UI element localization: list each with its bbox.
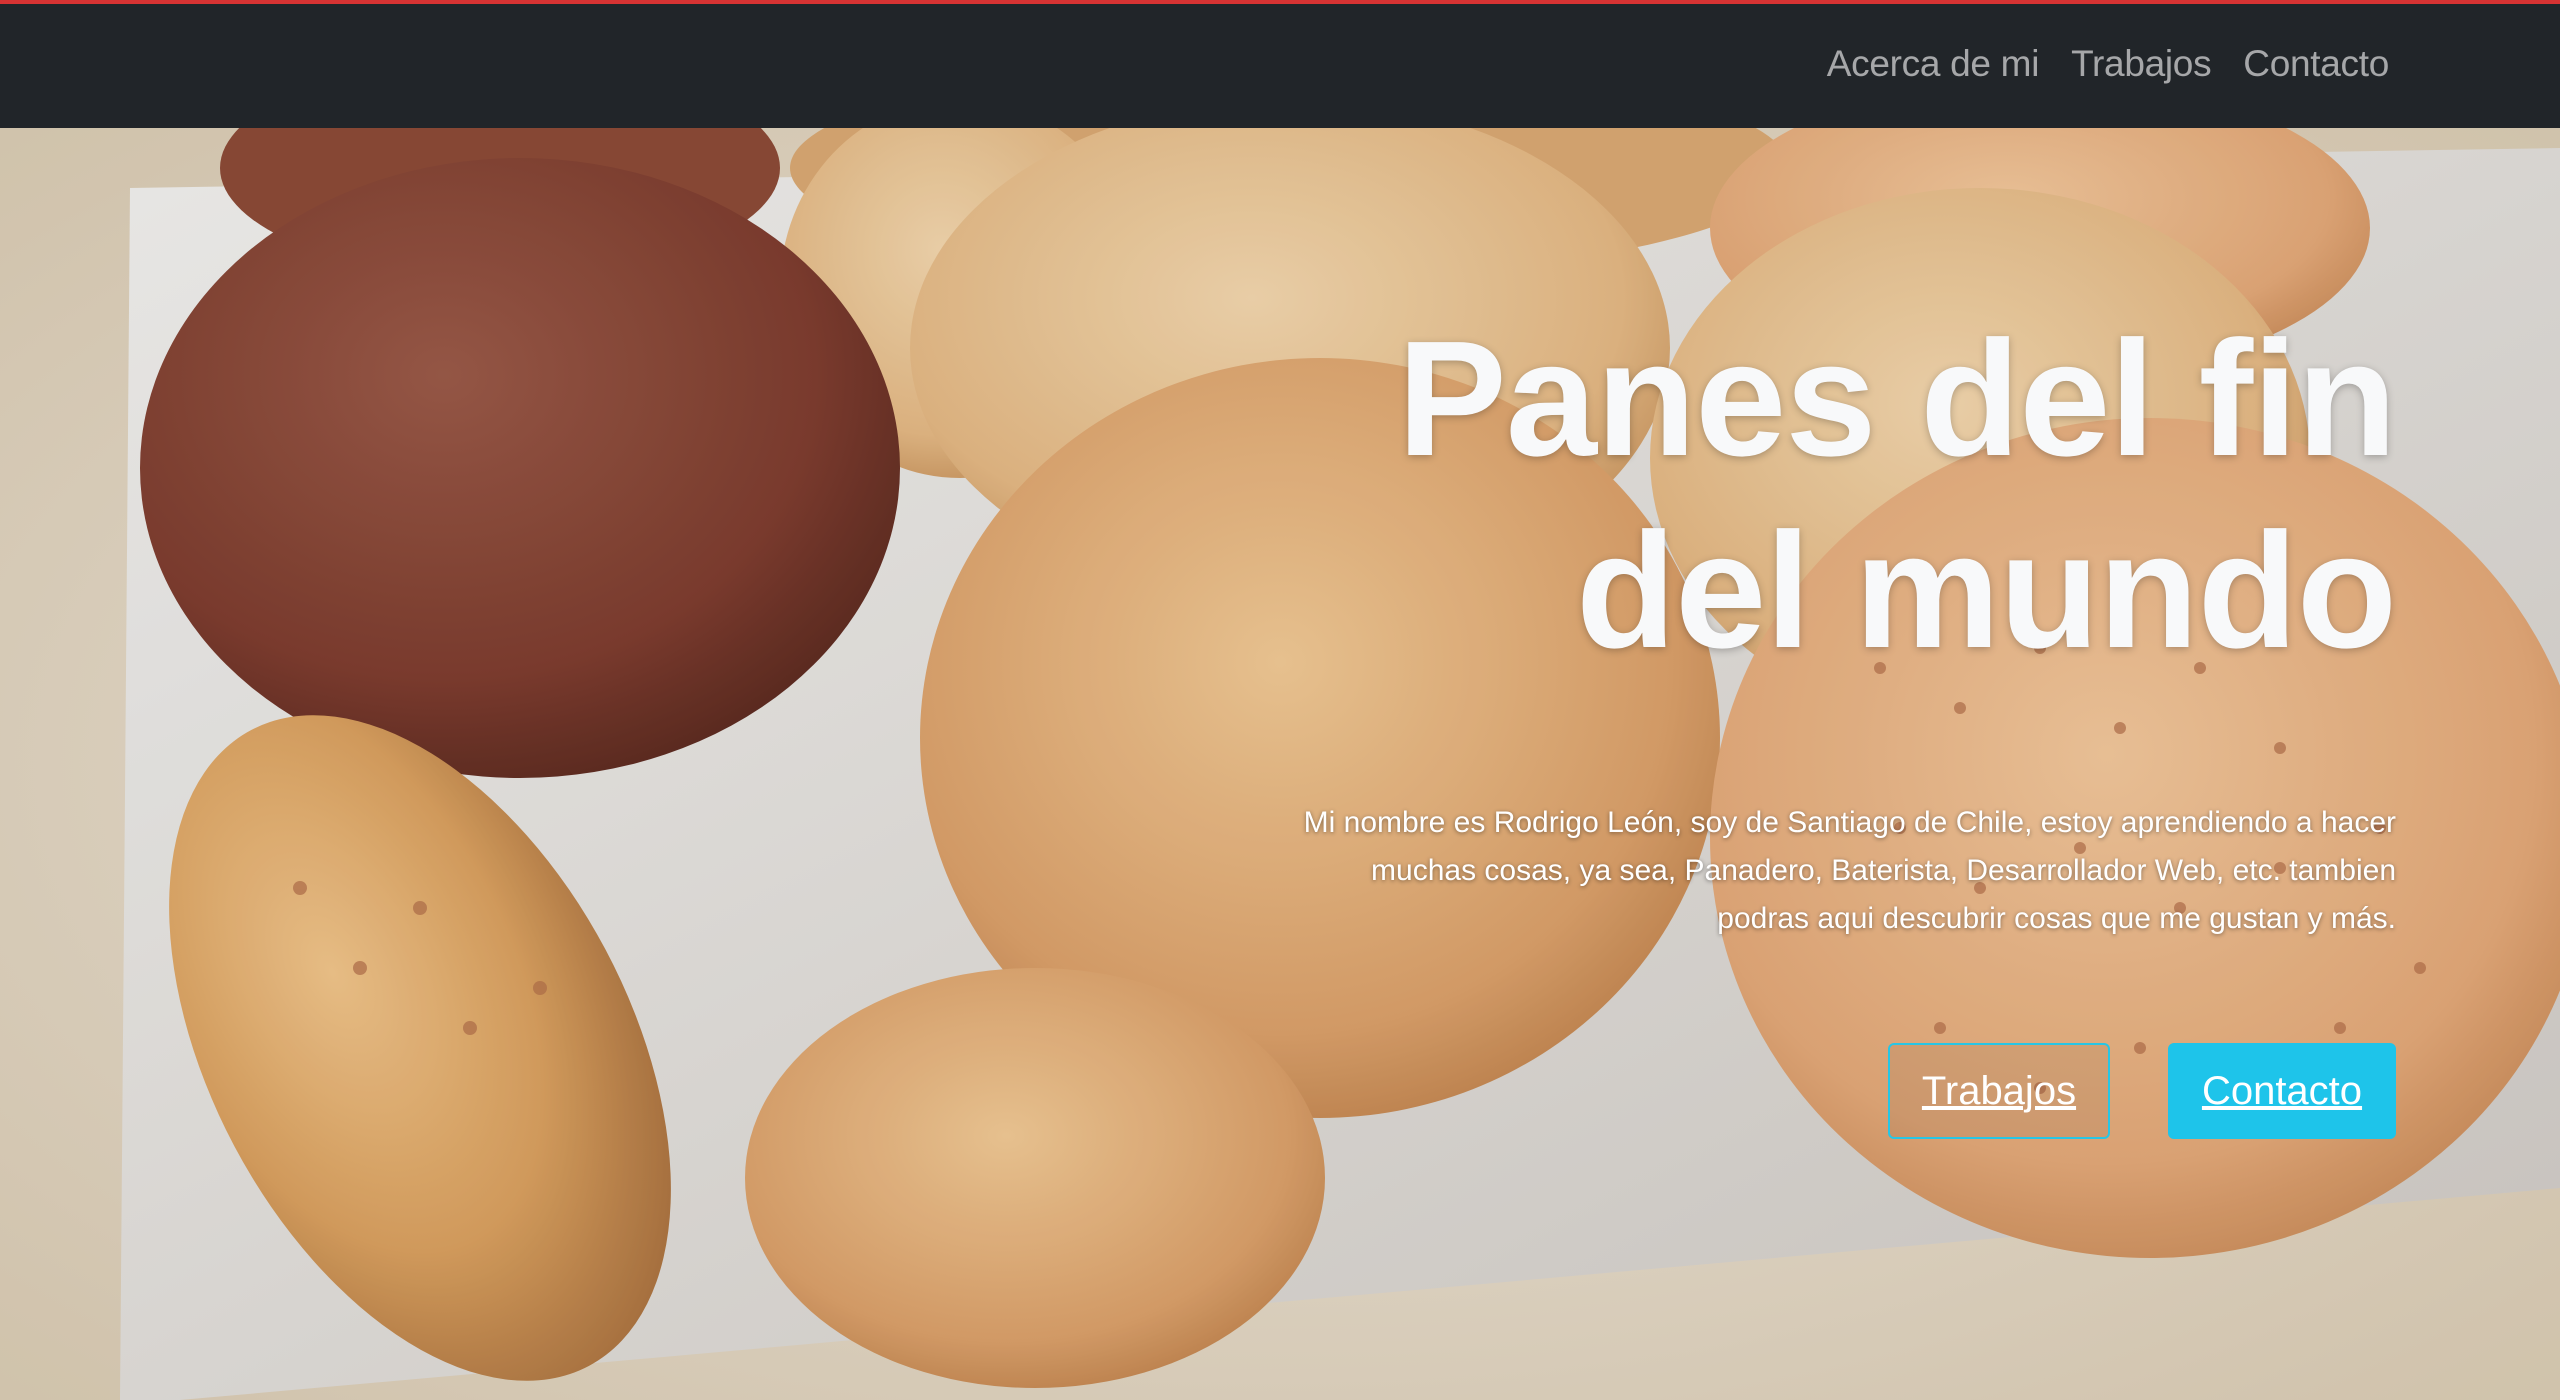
hero-section: Panes del fin del mundo Mi nombre es Rod… xyxy=(0,128,2560,1400)
top-navbar: Acerca de mi Trabajos Contacto xyxy=(0,0,2560,128)
hero-title: Panes del fin del mundo xyxy=(896,303,2397,687)
nav-link-contacto[interactable]: Contacto xyxy=(2243,43,2389,85)
hero-title-line2: del mundo xyxy=(1575,499,2397,682)
trabajos-button[interactable]: Trabajos xyxy=(1888,1043,2110,1139)
top-accent-line xyxy=(0,0,2560,4)
nav-link-trabajos[interactable]: Trabajos xyxy=(2071,43,2211,85)
hero-lead-text: Mi nombre es Rodrigo León, soy de Santia… xyxy=(1303,806,2396,935)
nav-link-acerca[interactable]: Acerca de mi xyxy=(1827,43,2040,85)
hero-buttons: Trabajos Contacto xyxy=(896,1043,2396,1139)
contacto-button[interactable]: Contacto xyxy=(2168,1043,2396,1139)
hero-content: Panes del fin del mundo Mi nombre es Rod… xyxy=(896,303,2397,1139)
hero-title-line1: Panes del fin xyxy=(1397,307,2397,490)
